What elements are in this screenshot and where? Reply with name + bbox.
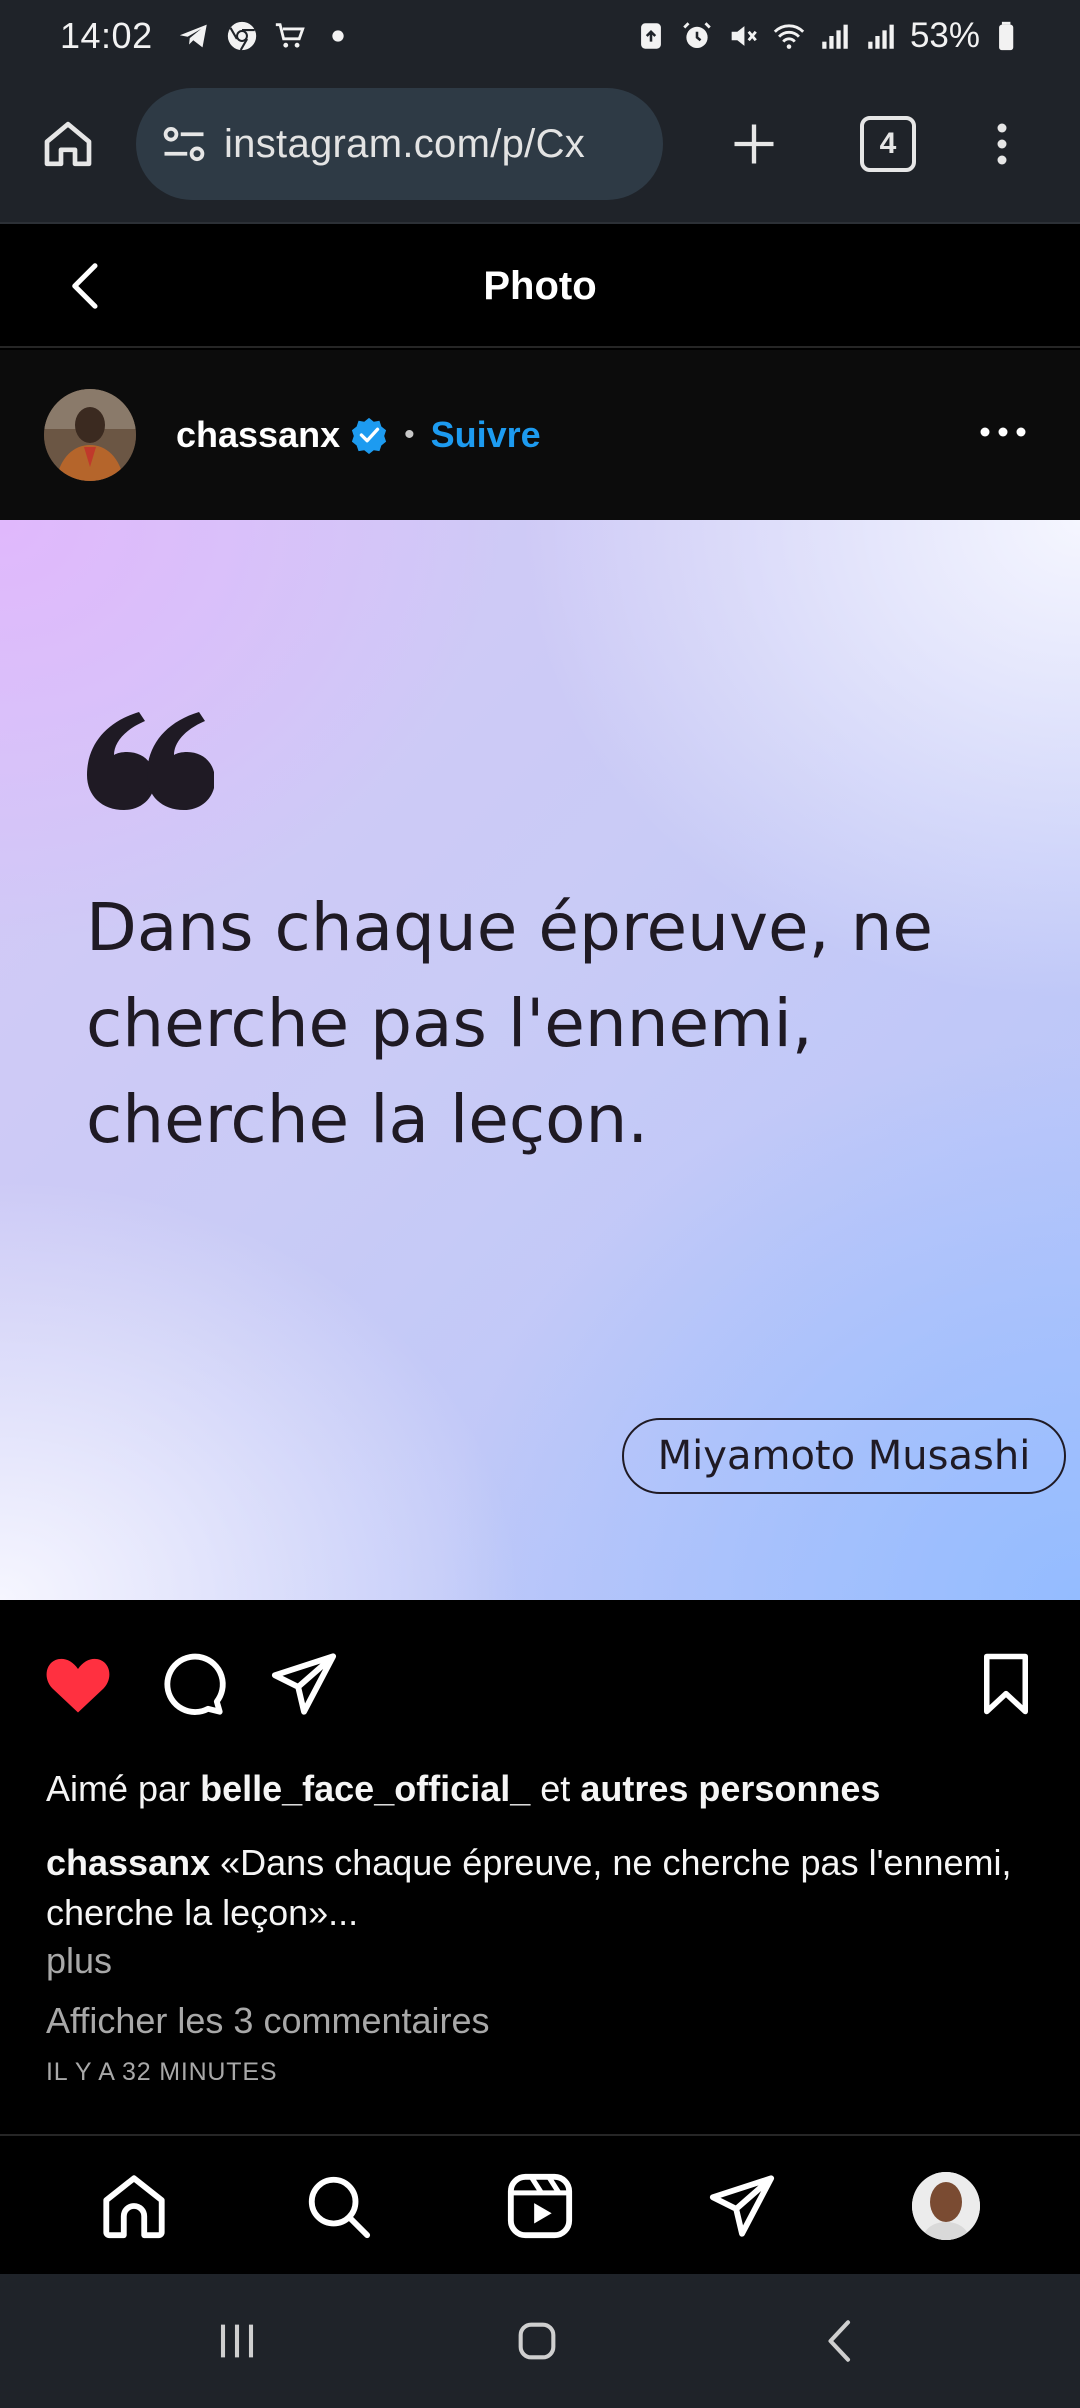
- caption-username[interactable]: chassanx: [46, 1842, 210, 1883]
- search-icon[interactable]: [296, 2164, 380, 2248]
- more-horiz-icon[interactable]: [978, 412, 1028, 452]
- browser-toolbar: instagram.com/p/Cx 4: [0, 72, 1080, 224]
- chrome-icon: [225, 19, 259, 53]
- bookmark-icon[interactable]: [966, 1644, 1046, 1724]
- avatar: [912, 2172, 980, 2240]
- post-username[interactable]: chassanx: [176, 414, 340, 456]
- url-text: instagram.com/p/Cx: [224, 121, 586, 166]
- page-header: Photo: [0, 226, 1080, 348]
- post-actions: [0, 1600, 1080, 1768]
- bottom-nav: [0, 2134, 1080, 2274]
- view-comments-link[interactable]: Afficher les 3 commentaires: [46, 2000, 490, 2042]
- site-settings-icon[interactable]: [156, 116, 212, 172]
- dot-icon: [321, 19, 355, 53]
- avatar[interactable]: [44, 389, 136, 481]
- status-bar: 14:02 53%: [0, 0, 1080, 72]
- more-link[interactable]: plus: [46, 1940, 112, 1982]
- author-label: Miyamoto Musashi: [622, 1418, 1066, 1494]
- quote-text: Dans chaque épreuve, ne cherche pas l'en…: [86, 889, 934, 1158]
- recycle-icon: [634, 19, 668, 53]
- post-timestamp: IL Y A 32 MINUTES: [46, 2058, 278, 2086]
- system-home-icon[interactable]: [492, 2304, 582, 2378]
- profile-tab[interactable]: [904, 2164, 988, 2248]
- wifi-icon: [772, 19, 806, 53]
- battery-percent: 53%: [909, 16, 980, 55]
- more-vert-icon[interactable]: [980, 112, 1024, 176]
- verified-badge-icon: [350, 416, 388, 454]
- likes-and: et: [540, 1768, 571, 1809]
- shopping-cart-icon: [273, 19, 307, 53]
- tab-switcher-button[interactable]: 4: [860, 116, 916, 172]
- separator-dot: •: [404, 418, 415, 451]
- home-icon[interactable]: [36, 112, 100, 176]
- signal-icon: [864, 19, 898, 53]
- direct-messages-icon[interactable]: [700, 2164, 784, 2248]
- likes-prefix: Aimé par: [46, 1768, 191, 1809]
- likes-others[interactable]: autres personnes: [580, 1768, 880, 1809]
- system-back-icon[interactable]: [796, 2304, 886, 2378]
- battery-icon: [992, 19, 1026, 53]
- quote-mark-icon: [87, 712, 214, 810]
- likes-summary: Aimé par belle_face_official_ et autres …: [46, 1768, 880, 1810]
- address-bar[interactable]: instagram.com/p/Cx: [136, 88, 663, 200]
- recent-apps-icon[interactable]: [192, 2304, 282, 2378]
- mute-icon: [726, 19, 760, 53]
- likes-user[interactable]: belle_face_official_: [200, 1768, 530, 1809]
- status-time: 14:02: [60, 15, 153, 56]
- page-title: Photo: [483, 263, 597, 308]
- post-header: chassanx • Suivre: [0, 350, 1080, 520]
- alarm-icon: [680, 19, 714, 53]
- reels-icon[interactable]: [498, 2164, 582, 2248]
- share-icon[interactable]: [264, 1644, 344, 1724]
- comment-icon[interactable]: [152, 1644, 232, 1724]
- new-tab-icon[interactable]: [722, 112, 786, 176]
- post-image[interactable]: Dans chaque épreuve, ne cherche pas l'en…: [0, 520, 1080, 1600]
- signal-icon: [818, 19, 852, 53]
- post-caption: chassanx «Dans chaque épreuve, ne cherch…: [46, 1838, 1036, 1938]
- follow-button[interactable]: Suivre: [431, 414, 541, 456]
- like-icon[interactable]: [38, 1644, 118, 1724]
- telegram-icon: [177, 19, 211, 53]
- back-icon[interactable]: [54, 254, 118, 318]
- home-icon[interactable]: [92, 2164, 176, 2248]
- system-navigation-bar: [0, 2274, 1080, 2408]
